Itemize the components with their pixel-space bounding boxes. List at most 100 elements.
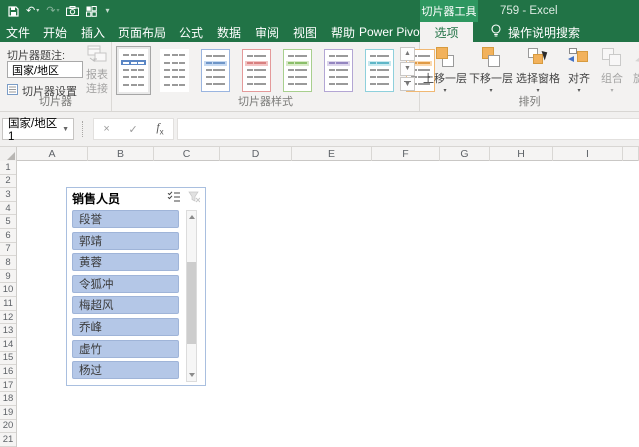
ribbon-group-slicer: 切片器题注: 切片器设置 报表 连接 切片器 — [0, 42, 112, 111]
name-box-dropdown-icon[interactable]: ▼ — [62, 126, 73, 133]
slicer-styles-gallery — [116, 45, 438, 95]
scrollbar-thumb[interactable] — [187, 262, 196, 344]
formula-input[interactable] — [177, 118, 639, 140]
row-header-9[interactable]: 9 — [0, 270, 16, 284]
select-all-corner[interactable] — [0, 147, 17, 161]
undo-icon[interactable]: ↶ ▾ — [26, 5, 39, 17]
row-header-14[interactable]: 14 — [0, 338, 16, 352]
slicer-style-light-green[interactable] — [280, 46, 315, 95]
camera-icon[interactable] — [66, 6, 80, 16]
cancel-icon[interactable]: × — [103, 123, 109, 135]
row-header-4[interactable]: 4 — [0, 202, 16, 216]
save-icon[interactable] — [8, 5, 19, 17]
scroll-up-icon[interactable] — [187, 211, 196, 223]
tab-formulas[interactable]: 公式 — [172, 22, 210, 42]
row-header-2[interactable]: 2 — [0, 175, 16, 189]
multi-select-icon[interactable] — [167, 191, 181, 205]
ribbon-tab-row: 文件 开始 插入 页面布局 公式 数据 审阅 视图 帮助 Power Pivot 选项 操作说明搜索 — [0, 22, 639, 42]
tab-review[interactable]: 审阅 — [248, 22, 286, 42]
slicer-style-none[interactable] — [157, 46, 192, 95]
tab-home[interactable]: 开始 — [36, 22, 74, 42]
gallery-down-button[interactable]: ▼ — [400, 62, 415, 76]
tab-help[interactable]: 帮助 — [324, 22, 362, 42]
row-header-17[interactable]: 17 — [0, 379, 16, 393]
column-header-B[interactable]: B — [88, 147, 154, 161]
row-header-11[interactable]: 11 — [0, 297, 16, 311]
send-backward-button[interactable]: 下移一层 ▾ — [468, 44, 514, 94]
tab-slicer-options[interactable]: 选项 — [420, 22, 473, 42]
tab-power-pivot[interactable]: Power Pivot — [359, 22, 423, 42]
column-header-H[interactable]: H — [490, 147, 553, 161]
tab-insert[interactable]: 插入 — [74, 22, 112, 42]
row-header-8[interactable]: 8 — [0, 256, 16, 270]
slicer-item[interactable]: 郭靖 — [72, 231, 179, 250]
gallery-up-button[interactable]: ▲ — [400, 47, 415, 61]
column-header-I[interactable]: I — [553, 147, 623, 161]
column-header-D[interactable]: D — [220, 147, 292, 161]
align-button[interactable]: 对齐 ▾ — [562, 44, 596, 94]
row-header-1[interactable]: 1 — [0, 161, 16, 175]
rotate-icon — [633, 47, 639, 67]
worksheet: ABCDEFGHI 1 2 3 4 5 6 7 8 9 10 11 12 13 14 15 16 17 18 19 2… — [0, 147, 639, 447]
column-header-A[interactable]: A — [17, 147, 88, 161]
slicer-item[interactable]: 黄蓉 — [72, 253, 179, 272]
column-header-partial[interactable] — [623, 147, 639, 161]
row-header-6[interactable]: 6 — [0, 229, 16, 243]
row-header-10[interactable]: 10 — [0, 283, 16, 298]
selection-pane-button[interactable]: 选择窗格 ▾ — [514, 44, 562, 94]
row-header-20[interactable]: 20 — [0, 420, 16, 434]
slicer-caption-input[interactable] — [7, 61, 83, 78]
name-box[interactable]: 国家/地区 1 ▼ — [2, 118, 74, 143]
column-headers: ABCDEFGHI — [0, 147, 639, 161]
column-header-G[interactable]: G — [440, 147, 490, 161]
name-box-splitter[interactable] — [82, 121, 83, 137]
row-header-7[interactable]: 7 — [0, 243, 16, 257]
row-header-12[interactable]: 12 — [0, 311, 16, 325]
style-thumbnail — [283, 48, 312, 92]
slicer-item-list: 段誉郭靖黄蓉令狐冲梅超风乔峰虚竹杨过 — [72, 210, 179, 383]
layout-icon[interactable] — [86, 5, 98, 17]
group-label-slicer-styles: 切片器样式 — [238, 96, 293, 108]
enter-icon[interactable]: ✓ — [128, 123, 137, 136]
row-header-3[interactable]: 3 — [0, 188, 16, 202]
column-header-F[interactable]: F — [372, 147, 440, 161]
slicer-style-light-cyan[interactable] — [362, 46, 397, 95]
tab-data[interactable]: 数据 — [210, 22, 248, 42]
bring-forward-button[interactable]: 上移一层 ▾ — [422, 44, 468, 94]
row-header-16[interactable]: 16 — [0, 365, 16, 379]
qat-customize-icon[interactable]: ▾ — [104, 7, 109, 15]
row-header-5[interactable]: 5 — [0, 215, 16, 230]
scroll-down-icon[interactable] — [187, 369, 196, 381]
tab-page-layout[interactable]: 页面布局 — [112, 22, 172, 42]
tab-view[interactable]: 视图 — [286, 22, 324, 42]
slicer-item[interactable]: 令狐冲 — [72, 274, 179, 293]
slicer-item[interactable]: 乔峰 — [72, 317, 179, 336]
insert-function-icon[interactable]: fx — [156, 122, 163, 136]
arrange-button-label: 旋转 — [633, 73, 639, 85]
slicer-sales-person[interactable]: 销售人员 段誉 郭靖 黄蓉 令狐冲 梅超风 乔峰 虚竹 杨过 — [66, 187, 206, 386]
slicer-item[interactable]: 段誉 — [72, 210, 179, 228]
slicer-scrollbar[interactable] — [186, 210, 197, 382]
row-header-21[interactable]: 21 — [0, 433, 16, 447]
slicer-style-light-blue[interactable] — [198, 46, 233, 95]
column-header-E[interactable]: E — [292, 147, 372, 161]
slicer-item[interactable]: 梅超风 — [72, 296, 179, 315]
tell-me-box[interactable]: 操作说明搜索 — [490, 22, 580, 42]
slicer-item[interactable]: 杨过 — [72, 361, 179, 380]
row-header-18[interactable]: 18 — [0, 392, 16, 406]
row-header-13[interactable]: 13 — [0, 324, 16, 338]
style-thumbnail — [160, 48, 189, 92]
style-thumbnail — [365, 48, 394, 92]
sheet-canvas[interactable]: 销售人员 段誉 郭靖 黄蓉 令狐冲 梅超风 乔峰 虚竹 杨过 — [17, 161, 639, 447]
report-connections-icon — [87, 45, 107, 66]
slicer-style-light-red[interactable] — [239, 46, 274, 95]
row-header-15[interactable]: 15 — [0, 352, 16, 366]
arrange-button-label: 对齐 — [568, 73, 590, 85]
tab-file[interactable]: 文件 — [0, 22, 36, 42]
slicer-style-light-blue-current[interactable] — [116, 45, 151, 95]
row-header-19[interactable]: 19 — [0, 406, 16, 420]
gallery-more-button[interactable]: ▼ — [400, 77, 415, 91]
slicer-item[interactable]: 虚竹 — [72, 339, 179, 358]
slicer-style-light-purple[interactable] — [321, 46, 356, 95]
column-header-C[interactable]: C — [154, 147, 220, 161]
